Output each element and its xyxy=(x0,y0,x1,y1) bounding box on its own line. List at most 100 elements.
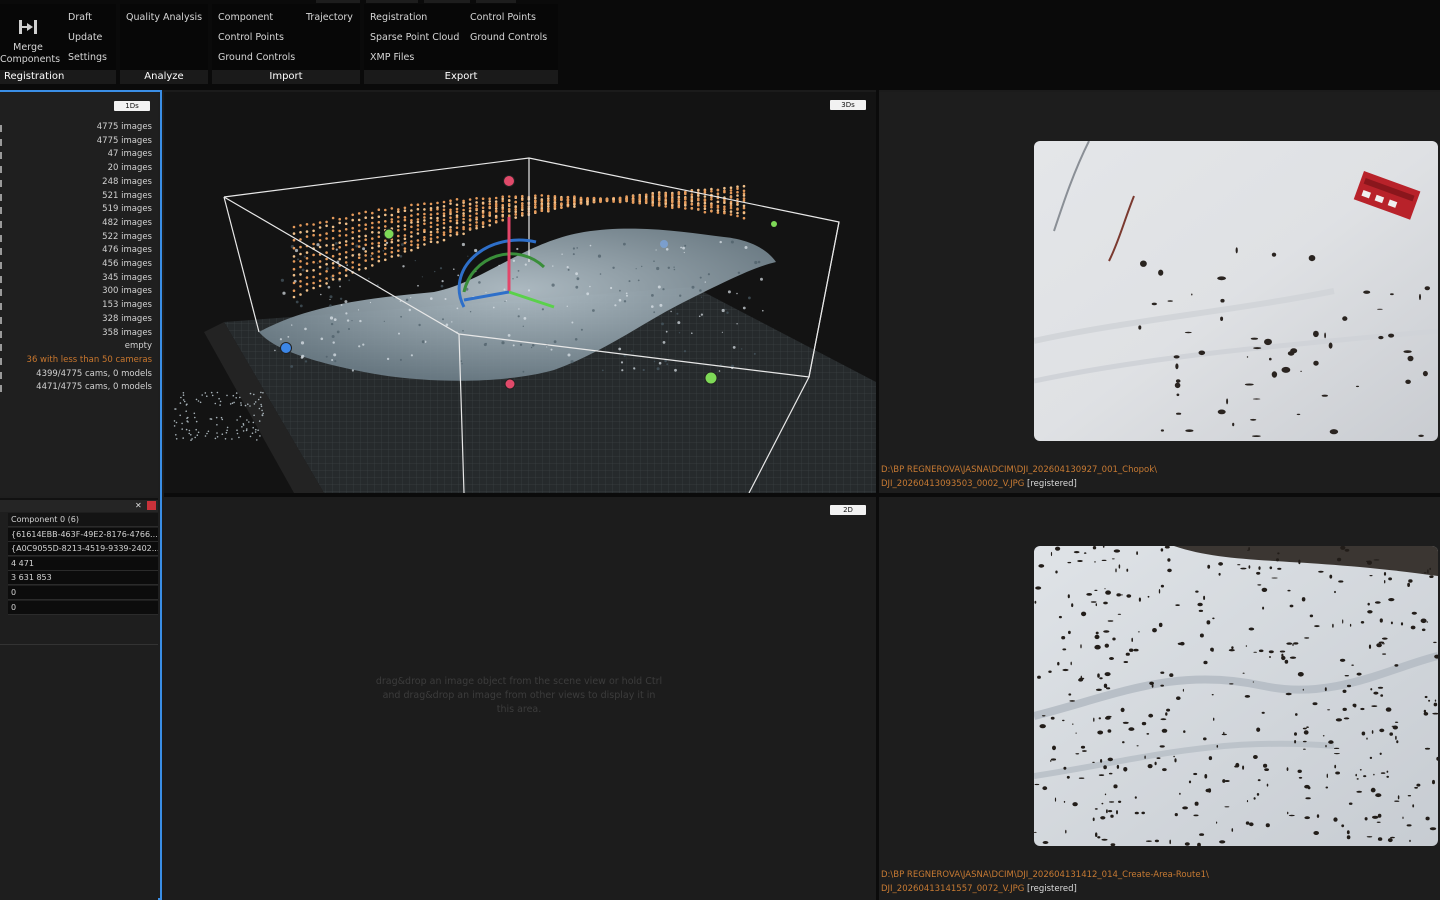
stat-value: 476 images xyxy=(102,245,152,256)
stat-row-marker xyxy=(0,385,2,393)
stat-row-marker xyxy=(0,330,2,338)
import-ground-controls-button[interactable]: Ground Controls xyxy=(218,52,295,63)
ribbon-tab[interactable] xyxy=(476,0,516,3)
component-property-row[interactable]: {A0C9055D-8213-4519-9339-2402... xyxy=(8,542,158,557)
stat-row[interactable]: 300 images xyxy=(0,286,152,299)
update-button[interactable]: Update xyxy=(68,32,102,43)
stat-row-marker xyxy=(0,166,2,174)
2d-image-view-2[interactable]: D:\BP REGNEROVA\JASNA\DCIM\DJI_202604131… xyxy=(879,497,1440,900)
import-trajectory-button[interactable]: Trajectory xyxy=(306,12,353,23)
export-xmp-files-button[interactable]: XMP Files xyxy=(370,52,414,63)
stat-value: 328 images xyxy=(102,313,152,324)
stat-value: 358 images xyxy=(102,327,152,338)
export-sparse-point-cloud-button[interactable]: Sparse Point Cloud xyxy=(370,32,459,43)
stat-value: 300 images xyxy=(102,286,152,297)
export-registration-button[interactable]: Registration xyxy=(370,12,427,23)
stat-row[interactable]: empty xyxy=(0,341,152,354)
stat-row[interactable]: 476 images xyxy=(0,245,152,258)
stat-row[interactable]: 36 with less than 50 cameras xyxy=(0,355,152,368)
control-point-green[interactable] xyxy=(704,371,718,385)
component-property-row[interactable]: 0 xyxy=(8,586,158,600)
stat-value: 4399/4775 cams, 0 models xyxy=(36,368,152,379)
analyze-group: Quality Analysis Analyze xyxy=(120,4,208,84)
quality-analysis-button[interactable]: Quality Analysis xyxy=(126,12,202,23)
stat-value: empty xyxy=(124,341,152,352)
stat-row[interactable]: 4775 images xyxy=(0,122,152,135)
stat-row[interactable]: 328 images xyxy=(0,314,152,327)
merge-label-2: Components xyxy=(0,54,61,65)
control-point-green[interactable] xyxy=(771,221,777,227)
export-control-points-button[interactable]: Control Points xyxy=(470,12,536,23)
stat-row-marker xyxy=(0,179,2,187)
stat-row[interactable]: 4775 images xyxy=(0,136,152,149)
stat-value: 4775 images xyxy=(96,135,152,146)
aerial-photo-1[interactable] xyxy=(1034,141,1438,441)
stat-row-marker xyxy=(0,344,2,352)
photo-2-file-line: DJI_20260413141557_0072_V.JPG [registere… xyxy=(881,884,1077,894)
control-point-red[interactable] xyxy=(503,175,515,187)
ribbon-tab[interactable] xyxy=(366,0,418,3)
stat-row[interactable]: 521 images xyxy=(0,191,152,204)
stat-row-marker xyxy=(0,234,2,242)
settings-button[interactable]: Settings xyxy=(68,52,107,63)
stat-value: 47 images xyxy=(107,149,152,160)
2d-image-view-1[interactable]: D:\BP REGNEROVA\JASNA\DCIM\DJI_202604130… xyxy=(879,92,1440,493)
photo-1-file: DJI_20260413093503_0002_V.JPG xyxy=(881,479,1025,489)
component-property-row[interactable]: 3 631 853 xyxy=(8,571,158,586)
control-point-red[interactable] xyxy=(504,378,516,390)
ribbon-tab[interactable] xyxy=(424,0,470,3)
stat-row[interactable]: 482 images xyxy=(0,218,152,231)
registration-group-label: Registration xyxy=(0,70,116,84)
component-property-row[interactable]: 0 xyxy=(8,600,158,615)
pin-icon[interactable]: ✕ xyxy=(135,501,144,510)
stat-row[interactable]: 153 images xyxy=(0,300,152,313)
aerial-photo-2[interactable] xyxy=(1034,546,1438,846)
import-group: Component Control Points Ground Controls… xyxy=(212,4,360,84)
stat-row[interactable]: 4471/4775 cams, 0 models xyxy=(0,382,152,395)
stat-value: 4775 images xyxy=(96,122,152,132)
stat-row[interactable]: 20 images xyxy=(0,163,152,176)
import-component-button[interactable]: Component xyxy=(218,12,273,23)
stat-row[interactable]: 358 images xyxy=(0,328,152,341)
stat-row-marker xyxy=(0,303,2,311)
export-ground-controls-button[interactable]: Ground Controls xyxy=(470,32,547,43)
left-panel: 1Ds 4775 images 4775 images 47 images 20 im… xyxy=(0,90,162,900)
merge-components-button[interactable]: Merge Components xyxy=(0,8,61,70)
control-point-green[interactable] xyxy=(383,228,395,240)
draft-button[interactable]: Draft xyxy=(68,12,92,23)
stat-value: 345 images xyxy=(102,272,152,283)
view-badge-2d[interactable]: 2D xyxy=(830,505,866,515)
stat-row-marker xyxy=(0,289,2,297)
photo-1-path: D:\BP REGNEROVA\JASNA\DCIM\DJI_202604130… xyxy=(881,465,1158,475)
stat-row-marker xyxy=(0,207,2,215)
control-point-blue[interactable] xyxy=(660,240,668,248)
stat-row[interactable]: 522 images xyxy=(0,232,152,245)
view-badge-1ds[interactable]: 1Ds xyxy=(114,101,150,111)
3d-point-cloud-render[interactable] xyxy=(164,92,876,494)
stat-row[interactable]: 345 images xyxy=(0,273,152,286)
stat-row[interactable]: 248 images xyxy=(0,177,152,190)
registration-group: Merge Components Draft Update Settings R… xyxy=(0,4,116,84)
stat-value: 20 images xyxy=(107,163,152,174)
2d-image-view-empty[interactable]: 2D drag&drop an image object from the sc… xyxy=(164,497,876,900)
import-control-points-button[interactable]: Control Points xyxy=(218,32,284,43)
stat-row[interactable]: 519 images xyxy=(0,204,152,217)
view-badge-3ds[interactable]: 3Ds xyxy=(830,100,866,110)
ribbon-tab[interactable] xyxy=(316,0,360,3)
stat-row[interactable]: 456 images xyxy=(0,259,152,272)
stat-row[interactable]: 47 images xyxy=(0,149,152,162)
component-row-header[interactable]: Component 0 (6) xyxy=(8,513,158,527)
ribbon-toolbar: Merge Components Draft Update Settings R… xyxy=(0,0,1440,90)
stat-row[interactable]: 4399/4775 cams, 0 models xyxy=(0,369,152,382)
stat-row-marker xyxy=(0,275,2,283)
3d-scene-view[interactable]: 3Ds xyxy=(164,92,876,494)
stat-row-marker xyxy=(0,371,2,379)
stat-row-marker xyxy=(0,262,2,269)
component-property-row[interactable]: {61614EBB-463F-49E2-8176-4766... xyxy=(8,527,158,542)
view-splitter-horizontal[interactable] xyxy=(164,493,1440,497)
stat-value: 4471/4775 cams, 0 models xyxy=(36,382,152,393)
component-property-row[interactable]: 4 471 xyxy=(8,556,158,571)
control-point-blue[interactable] xyxy=(280,342,292,354)
stat-row-marker xyxy=(0,193,2,201)
close-icon[interactable] xyxy=(147,501,156,510)
